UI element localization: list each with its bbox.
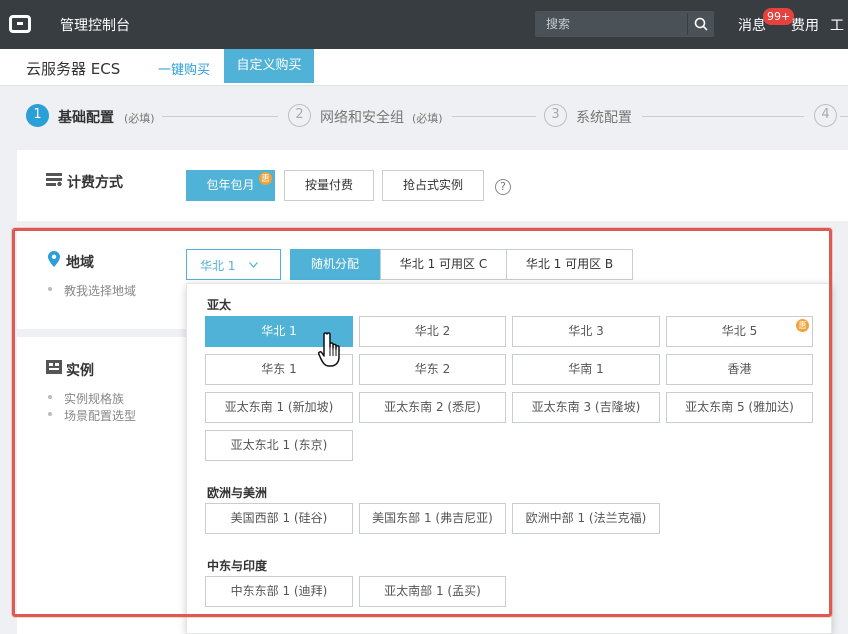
step-connector	[162, 116, 278, 117]
product-header	[0, 49, 848, 86]
step-2-circle[interactable]: 2	[288, 104, 311, 127]
more-link[interactable]: 工	[830, 15, 844, 35]
step-2-label[interactable]: 网络和安全组	[320, 107, 404, 127]
step-1-required-note: (必填)	[124, 112, 155, 125]
tab-custom-buy[interactable]: 自定义购买	[224, 49, 314, 83]
console-title[interactable]: 管理控制台	[60, 15, 130, 35]
step-connector	[452, 116, 536, 117]
step-3-label[interactable]: 系统配置	[576, 107, 632, 127]
annotation-highlight-box	[12, 228, 832, 617]
step-1-label: 基础配置	[58, 110, 114, 126]
promo-badge: 惠	[259, 172, 272, 185]
step-connector	[840, 116, 848, 117]
aliyun-logo-icon[interactable]	[9, 15, 31, 33]
help-icon[interactable]: ?	[495, 179, 511, 195]
search-divider	[687, 13, 688, 35]
step-1-circle: 1	[26, 104, 49, 127]
step-3-circle[interactable]: 3	[544, 104, 567, 127]
step-connector	[642, 116, 804, 117]
tab-quick-buy[interactable]: 一键购买	[158, 59, 210, 78]
search-input[interactable]	[540, 11, 680, 37]
billing-preemptible-button[interactable]: 抢占式实例	[382, 170, 484, 201]
product-title: 云服务器 ECS	[26, 60, 121, 78]
messages-count-badge: 99+	[763, 8, 795, 25]
fees-link[interactable]: 费用	[791, 15, 819, 35]
step-4-circle[interactable]: 4	[814, 104, 837, 127]
billing-pay-as-you-go-button[interactable]: 按量付费	[284, 170, 374, 201]
search-icon[interactable]	[694, 17, 708, 31]
step-2-required-note: (必填)	[412, 112, 443, 125]
billing-title: 计费方式	[67, 175, 123, 191]
billing-icon	[46, 173, 62, 186]
messages-link[interactable]: 消息	[738, 15, 766, 35]
